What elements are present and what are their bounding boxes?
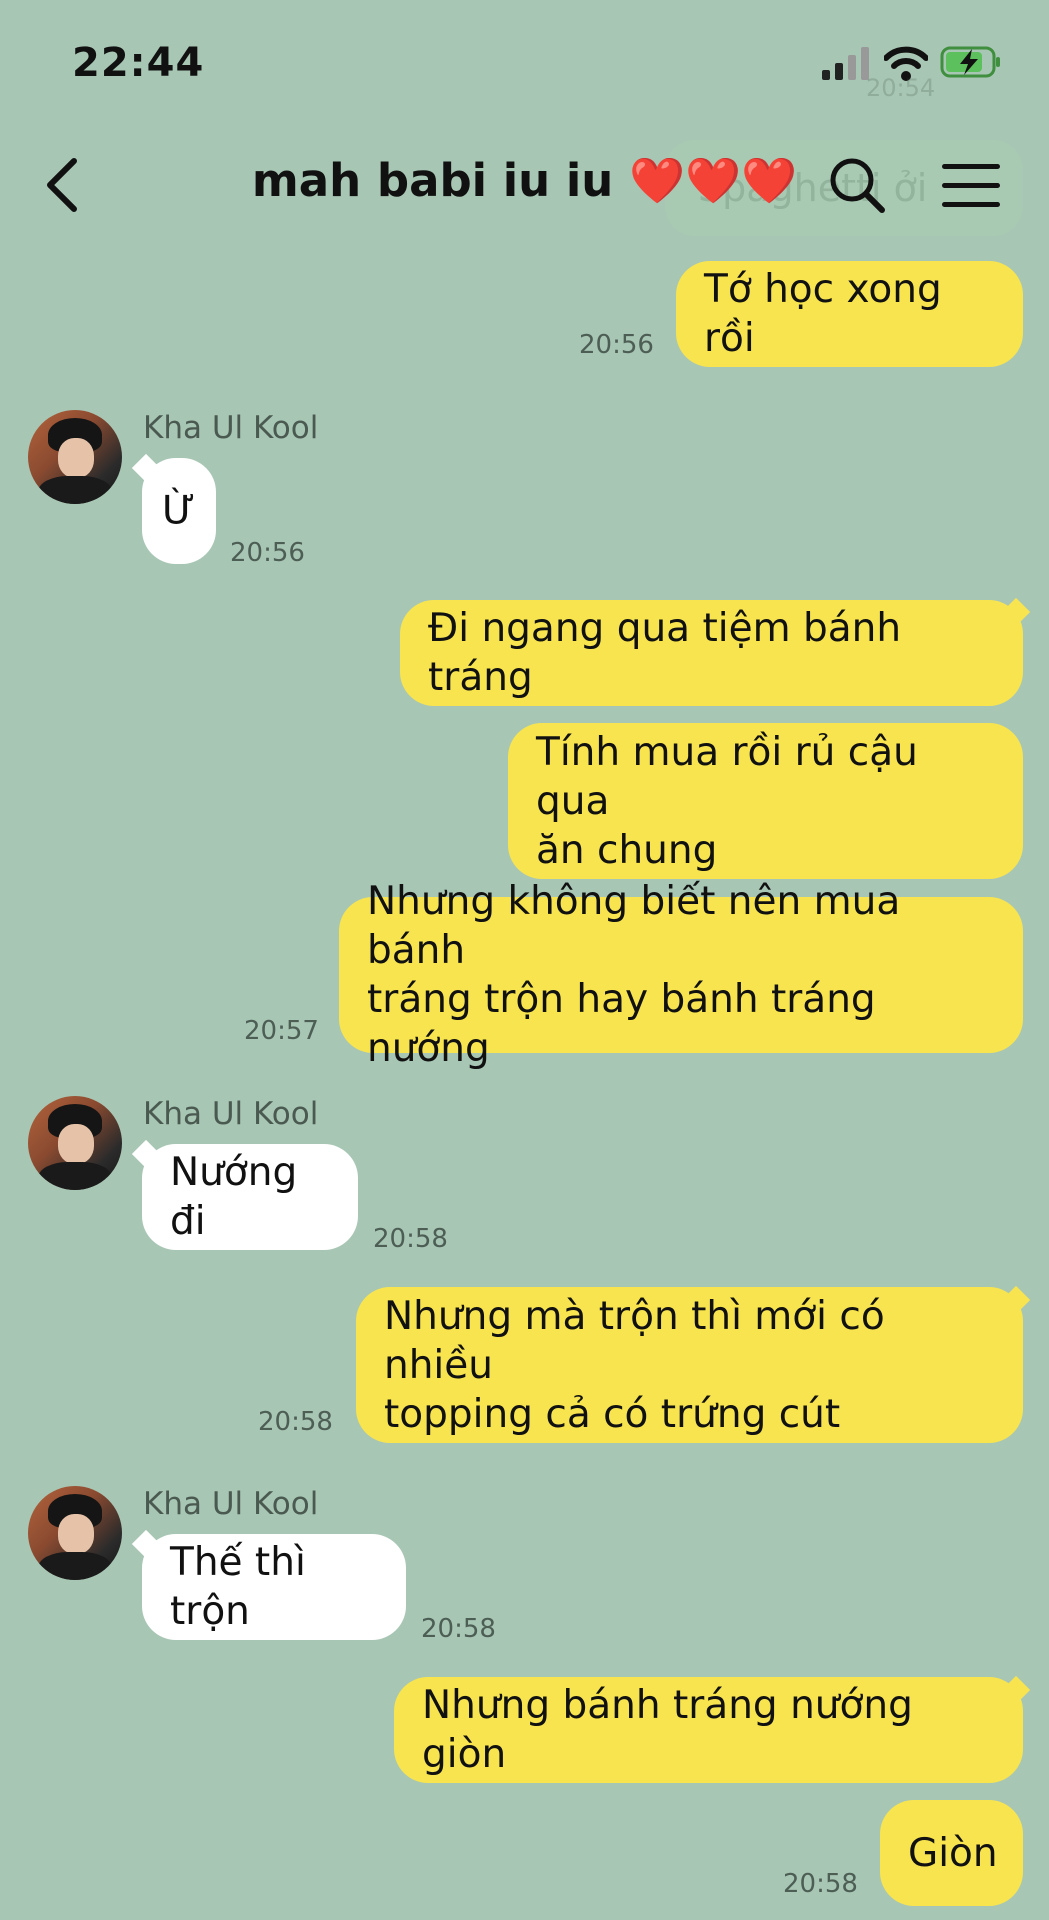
signal-icon xyxy=(822,46,872,80)
message-bubble-outgoing[interactable]: Nhưng mà trộn thì mới có nhiều topping c… xyxy=(356,1287,1023,1443)
avatar[interactable] xyxy=(28,1486,122,1580)
message-bubble-outgoing[interactable]: Giòn xyxy=(880,1800,1023,1906)
chat-title: mah babi iu iu ❤️❤️❤️ xyxy=(251,154,798,207)
message-text: Nhưng mà trộn thì mới có nhiều topping c… xyxy=(384,1293,885,1437)
status-bar: 22:44 20:54 xyxy=(0,0,1049,120)
avatar[interactable] xyxy=(28,410,122,504)
message-timestamp: 20:58 xyxy=(783,1869,858,1899)
message-timestamp: 20:58 xyxy=(258,1407,333,1437)
message-bubble-outgoing[interactable]: Đi ngang qua tiệm bánh tráng xyxy=(400,600,1023,706)
message-text: Đi ngang qua tiệm bánh tráng xyxy=(428,606,902,700)
message-timestamp: 20:56 xyxy=(579,330,654,360)
battery-charging-icon xyxy=(940,46,1000,78)
chat-header: mah babi iu iu ❤️❤️❤️ xyxy=(0,130,1049,240)
message-bubble-outgoing[interactable]: Nhưng không biết nên mua bánh tráng trộn… xyxy=(339,879,1023,1071)
message-text: Nướng đi xyxy=(170,1150,298,1244)
message-timestamp: 20:56 xyxy=(230,538,305,568)
message-bubble-incoming[interactable]: Nướng đi xyxy=(142,1144,358,1250)
ghost-timestamp: 20:54 xyxy=(866,74,936,102)
message-bubble-incoming[interactable]: Thế thì trộn xyxy=(142,1534,406,1640)
message-text: Ừ xyxy=(162,488,196,534)
message-text: Tính mua rồi rủ cậu qua ăn chung xyxy=(536,729,918,873)
message-timestamp: 20:58 xyxy=(421,1614,496,1644)
message-timestamp: 20:57 xyxy=(244,1016,319,1046)
hamburger-menu-icon[interactable] xyxy=(942,164,1000,208)
message-text: Nhưng không biết nên mua bánh tráng trộn… xyxy=(367,879,901,1071)
message-text: Giòn xyxy=(908,1830,998,1876)
status-time: 22:44 xyxy=(72,40,205,86)
message-bubble-outgoing[interactable]: Tính mua rồi rủ cậu qua ăn chung xyxy=(508,723,1023,879)
sender-name: Kha Ul Kool xyxy=(143,1486,319,1522)
message-bubble-incoming[interactable]: Ừ xyxy=(142,458,216,564)
sender-name: Kha Ul Kool xyxy=(143,410,319,446)
message-text: Tớ học xong rồi xyxy=(704,267,942,361)
message-timestamp: 20:58 xyxy=(373,1224,448,1254)
search-icon[interactable] xyxy=(828,156,886,214)
message-bubble-outgoing[interactable]: Nhưng bánh tráng nướng giòn xyxy=(394,1677,1023,1783)
sender-name: Kha Ul Kool xyxy=(143,1096,319,1132)
message-text: Nhưng bánh tráng nướng giòn xyxy=(422,1683,913,1777)
message-text: Thế thì trộn xyxy=(170,1540,306,1634)
message-bubble-outgoing[interactable]: Tớ học xong rồi xyxy=(676,261,1023,367)
avatar[interactable] xyxy=(28,1096,122,1190)
